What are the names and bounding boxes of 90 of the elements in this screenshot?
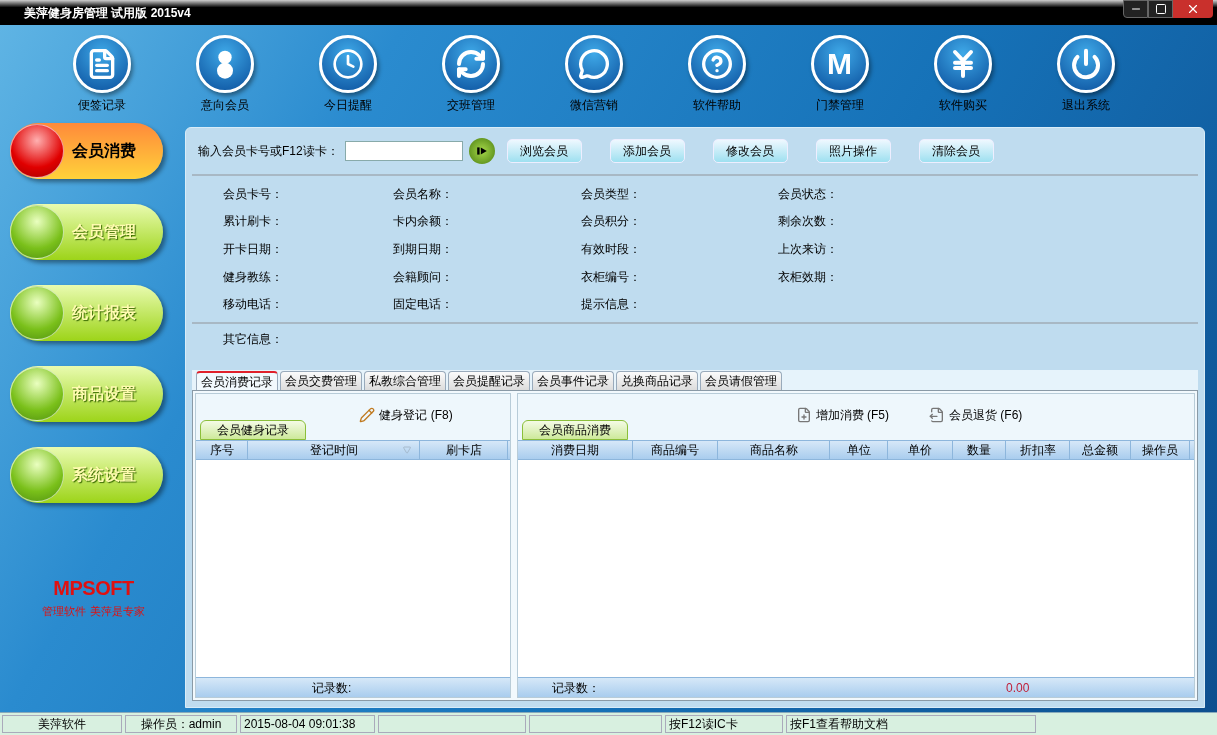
tab[interactable]: 私教综合管理: [364, 371, 446, 390]
field-label: 衣柜编号：: [581, 268, 642, 286]
close-button[interactable]: [1173, 0, 1213, 18]
field-label: 上次来访：: [778, 241, 839, 258]
action-button[interactable]: 照片操作: [815, 139, 891, 163]
toolbar-button[interactable]: 意向会员: [163, 25, 286, 127]
column-header[interactable]: 总金额: [1070, 441, 1131, 459]
help-icon: [687, 35, 746, 93]
toolbar-action[interactable]: 增加消费 (F5): [795, 406, 889, 424]
person-icon: [195, 35, 254, 93]
status-cell: 2015-08-04 09:01:38: [240, 715, 375, 733]
note-icon: [72, 35, 131, 93]
field-label: 会籍顾问：: [393, 268, 454, 286]
maximize-button[interactable]: [1148, 0, 1173, 18]
card-number-field[interactable]: [344, 141, 463, 161]
column-header[interactable]: 数量: [953, 441, 1006, 459]
field-label: 提示信息：: [581, 296, 642, 314]
toolbar-button[interactable]: M 门禁管理: [778, 25, 901, 127]
field-label: 会员类型：: [581, 185, 642, 203]
refresh-icon: [441, 35, 500, 93]
window-title: 美萍健身房管理 试用版 2015v4: [24, 4, 191, 22]
toolbar-button[interactable]: 软件帮助: [655, 25, 778, 127]
toolbar-button[interactable]: 退出系统: [1024, 25, 1147, 127]
column-header[interactable]: 刷卡店: [420, 441, 508, 459]
sidebar-item[interactable]: 会员消费: [10, 123, 163, 179]
panel-tab[interactable]: 会员健身记录: [200, 420, 306, 440]
field-label: 到期日期：: [393, 241, 454, 258]
tab[interactable]: 会员请假管理: [700, 371, 782, 390]
panel-tab[interactable]: 会员商品消费: [522, 420, 628, 440]
power-icon: [1056, 35, 1115, 93]
column-header[interactable]: 商品名称: [718, 441, 830, 459]
toolbar-action[interactable]: 会员退货 (F6): [929, 406, 1023, 424]
field-label: 移动电话：: [223, 296, 284, 314]
tab[interactable]: 兑换商品记录: [616, 371, 698, 390]
go-icon: [468, 138, 495, 164]
field-label: 健身教练：: [223, 268, 284, 286]
action-button[interactable]: 浏览会员: [506, 139, 582, 163]
field-label: 会员卡号：: [223, 185, 284, 203]
status-cell: 按F12读IC卡: [665, 715, 783, 733]
sort-icon: [403, 446, 411, 454]
column-header[interactable]: 单价: [888, 441, 953, 459]
column-header[interactable]: 操作员: [1131, 441, 1190, 459]
pencil-icon: [359, 407, 376, 423]
record-count: 记录数:: [312, 679, 352, 697]
toolbar-action[interactable]: 健身登记 (F8): [359, 406, 453, 424]
toolbar-button[interactable]: 交班管理: [409, 25, 532, 127]
record-count: 记录数：: [552, 679, 600, 697]
action-button[interactable]: 添加会员: [609, 139, 685, 163]
field-label: 累计刷卡：: [223, 213, 284, 231]
toolbar-button[interactable]: 软件购买: [901, 25, 1024, 127]
maximize-icon: [1154, 3, 1167, 15]
logo: MPSOFT: [53, 576, 134, 601]
status-cell: 按F1查看帮助文档: [786, 715, 1036, 733]
chat-icon: [564, 35, 623, 93]
status-cell: 操作员：admin: [125, 715, 237, 733]
field-label: 卡内余额：: [393, 213, 454, 231]
field-label: 衣柜效期：: [778, 268, 839, 286]
field-label: 会员名称：: [393, 185, 454, 203]
field-label: 固定电话：: [393, 296, 454, 314]
column-header[interactable]: 折扣率: [1006, 441, 1070, 459]
column-header[interactable]: 单位: [830, 441, 888, 459]
status-cell: 美萍软件: [2, 715, 122, 733]
field-label: 剩余次数：: [778, 213, 839, 231]
minimize-button[interactable]: [1123, 0, 1148, 18]
action-button[interactable]: 清除会员: [918, 139, 994, 163]
column-header[interactable]: 商品编号: [633, 441, 718, 459]
toolbar-button[interactable]: 微信营销: [532, 25, 655, 127]
field-label: 开卡日期：: [223, 241, 284, 258]
field-label: 有效时段：: [581, 241, 642, 258]
logo-slogan: 管理软件 美萍是专家: [42, 604, 145, 619]
tab[interactable]: 会员交费管理: [280, 371, 362, 390]
tab[interactable]: 会员事件记录: [532, 371, 614, 390]
field-label: 会员状态：: [778, 185, 839, 203]
yen-icon: [933, 35, 992, 93]
field-label: 会员积分：: [581, 213, 642, 231]
tab[interactable]: 会员提醒记录: [448, 371, 530, 390]
total-amount: 0.00: [1006, 679, 1030, 697]
file-arrow-icon: [929, 407, 945, 423]
column-header[interactable]: 序号: [196, 441, 248, 459]
action-button[interactable]: 修改会员: [712, 139, 788, 163]
close-icon: [1186, 2, 1200, 16]
toolbar-button[interactable]: 今日提醒: [286, 25, 409, 127]
tab[interactable]: 会员消费记录: [196, 371, 278, 390]
column-header[interactable]: 消费日期: [518, 441, 633, 459]
file-plus-icon: [795, 407, 812, 423]
letter-tile-icon: M: [810, 35, 869, 93]
column-header[interactable]: 登记时间: [248, 441, 420, 459]
card-number-label: 输入会员卡号或F12读卡：: [198, 143, 339, 160]
field-label: 其它信息：: [223, 330, 283, 348]
clock-icon: [318, 35, 377, 93]
